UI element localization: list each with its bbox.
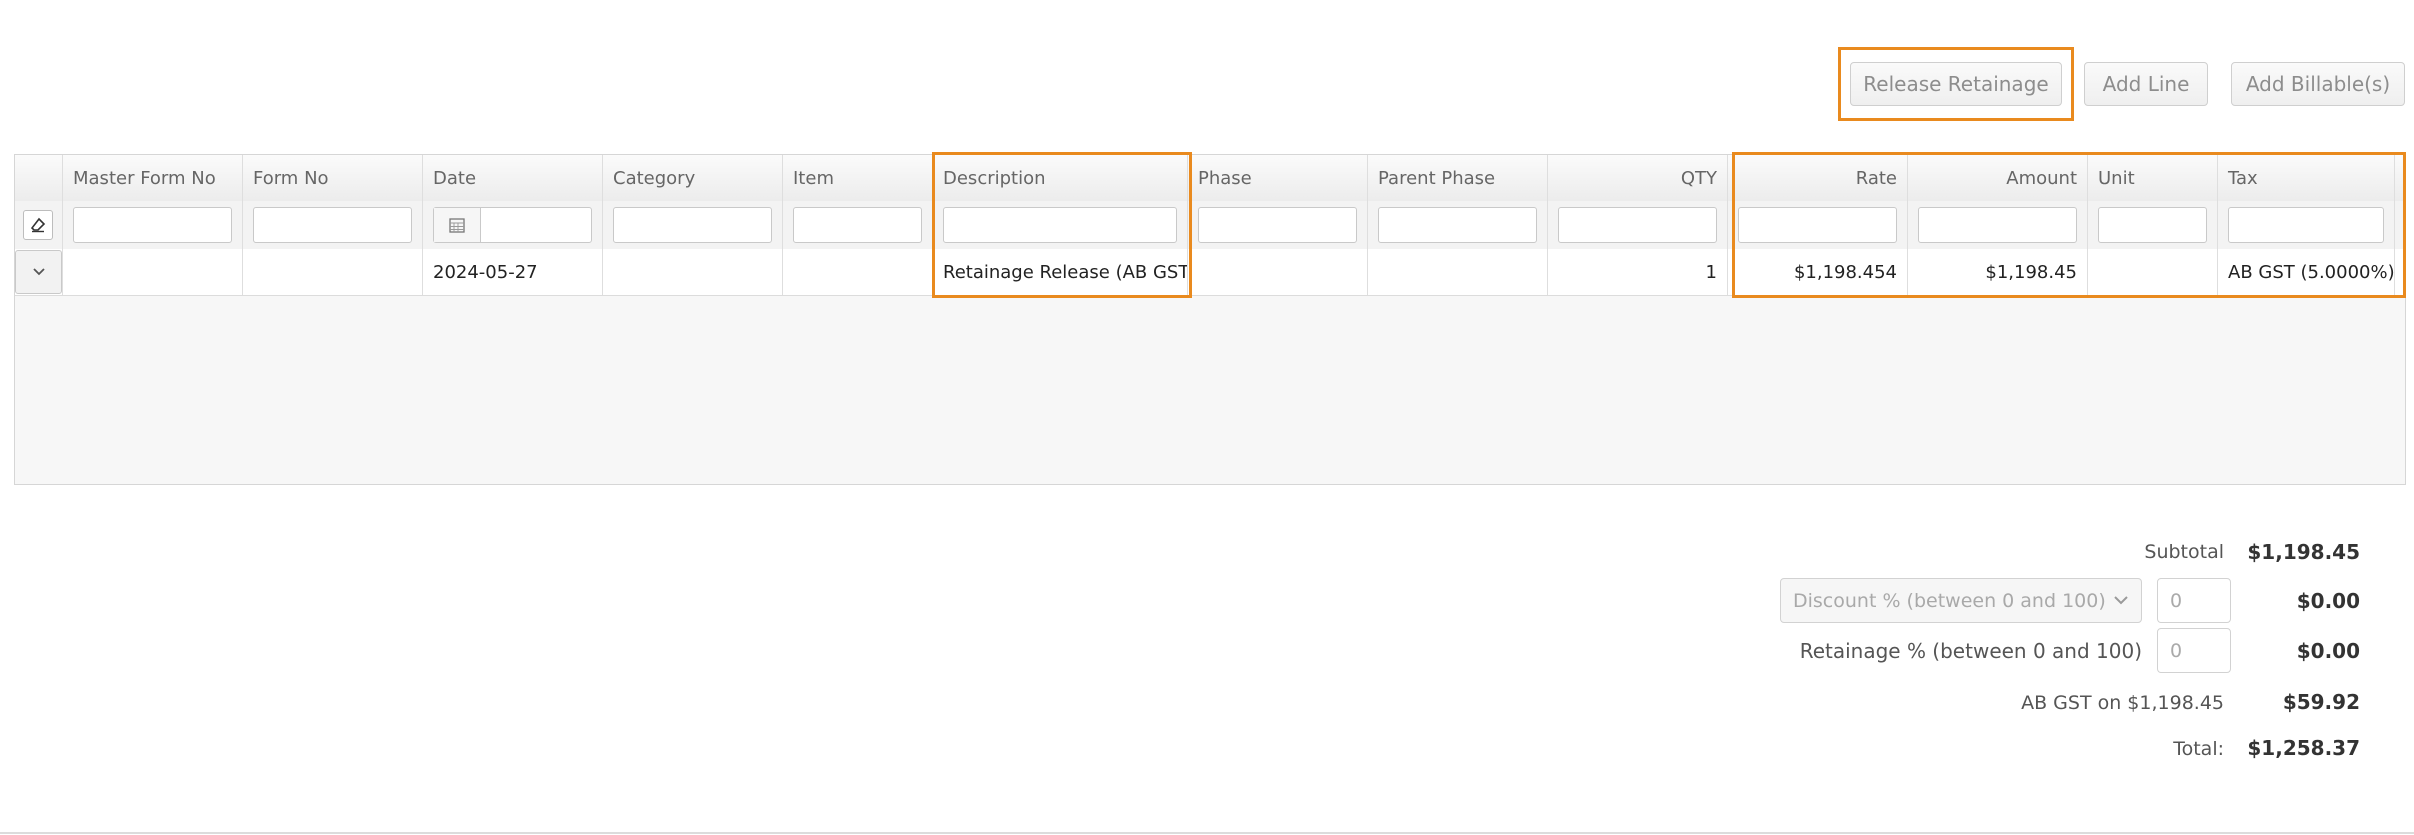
cell-master-form-no bbox=[63, 249, 243, 295]
filter-phase-input[interactable] bbox=[1198, 207, 1357, 243]
discount-select[interactable]: Discount % (between 0 and 100) bbox=[1780, 578, 2142, 623]
filter-unit-cell bbox=[2088, 201, 2218, 249]
header-amount[interactable]: Amount bbox=[1908, 155, 2088, 201]
table-row[interactable]: 2024-05-27 Retainage Release (AB GST) 1 … bbox=[15, 249, 2405, 296]
header-date[interactable]: Date bbox=[423, 155, 603, 201]
header-category[interactable]: Category bbox=[603, 155, 783, 201]
filter-item-cell bbox=[783, 201, 933, 249]
cell-form-no bbox=[243, 249, 423, 295]
cell-category bbox=[603, 249, 783, 295]
header-tax[interactable]: Tax bbox=[2218, 155, 2395, 201]
filter-form-no-cell bbox=[243, 201, 423, 249]
header-master-form-no[interactable]: Master Form No bbox=[63, 155, 243, 201]
release-retainage-button[interactable]: Release Retainage bbox=[1850, 62, 2062, 106]
grid-filter-row bbox=[15, 201, 2405, 250]
filter-description-input[interactable] bbox=[943, 207, 1177, 243]
discount-select-label: Discount % (between 0 and 100) bbox=[1793, 589, 2106, 612]
cell-phase bbox=[1188, 249, 1368, 295]
tax-label: AB GST on $1,198.45 bbox=[2021, 692, 2224, 714]
cell-description: Retainage Release (AB GST) bbox=[933, 249, 1188, 295]
filter-qty-input[interactable] bbox=[1558, 207, 1717, 243]
header-phase[interactable]: Phase bbox=[1188, 155, 1368, 201]
filter-description-cell bbox=[933, 201, 1188, 249]
eraser-icon[interactable] bbox=[23, 210, 53, 240]
filter-master-form-no-cell bbox=[63, 201, 243, 249]
discount-input[interactable]: 0 bbox=[2157, 578, 2231, 623]
total-label: Total: bbox=[2173, 738, 2224, 760]
filter-form-no-input[interactable] bbox=[253, 207, 412, 243]
header-expand-col bbox=[15, 155, 63, 201]
filter-item-input[interactable] bbox=[793, 207, 922, 243]
tax-value: $59.92 bbox=[2282, 690, 2360, 714]
chevron-down-icon bbox=[2113, 587, 2129, 618]
add-billable-button[interactable]: Add Billable(s) bbox=[2231, 62, 2405, 106]
cell-parent-phase bbox=[1368, 249, 1548, 295]
filter-date-input[interactable] bbox=[433, 207, 592, 243]
cell-tax: AB GST (5.0000%) bbox=[2218, 249, 2395, 295]
filter-unit-input[interactable] bbox=[2098, 207, 2207, 243]
filter-parent-phase-cell bbox=[1368, 201, 1548, 249]
grid-header-row: Master Form No Form No Date Category Ite… bbox=[15, 155, 2405, 202]
cell-qty: 1 bbox=[1548, 249, 1728, 295]
header-description[interactable]: Description bbox=[933, 155, 1188, 201]
header-item[interactable]: Item bbox=[783, 155, 933, 201]
header-rate[interactable]: Rate bbox=[1728, 155, 1908, 201]
header-form-no[interactable]: Form No bbox=[243, 155, 423, 201]
subtotal-label: Subtotal bbox=[2144, 541, 2224, 563]
filter-amount-cell bbox=[1908, 201, 2088, 249]
header-parent-phase[interactable]: Parent Phase bbox=[1368, 155, 1548, 201]
filter-tax-input[interactable] bbox=[2228, 207, 2384, 243]
filter-amount-input[interactable] bbox=[1918, 207, 2077, 243]
filter-qty-cell bbox=[1548, 201, 1728, 249]
cell-date: 2024-05-27 bbox=[423, 249, 603, 295]
retainage-input[interactable]: 0 bbox=[2157, 628, 2231, 673]
filter-rate-cell bbox=[1728, 201, 1908, 249]
subtotal-value: $1,198.45 bbox=[2247, 540, 2360, 564]
header-qty[interactable]: QTY bbox=[1548, 155, 1728, 201]
bottom-divider bbox=[0, 832, 2414, 834]
filter-clear-cell bbox=[15, 201, 63, 249]
filter-category-cell bbox=[603, 201, 783, 249]
add-line-button[interactable]: Add Line bbox=[2084, 62, 2208, 106]
filter-parent-phase-input[interactable] bbox=[1378, 207, 1537, 243]
filter-category-input[interactable] bbox=[613, 207, 772, 243]
retainage-label: Retainage % (between 0 and 100) bbox=[1799, 639, 2142, 663]
filter-date-cell bbox=[423, 201, 603, 249]
filter-phase-cell bbox=[1188, 201, 1368, 249]
filter-rate-input[interactable] bbox=[1738, 207, 1897, 243]
filter-tax-cell bbox=[2218, 201, 2395, 249]
line-items-grid: Master Form No Form No Date Category Ite… bbox=[14, 154, 2406, 485]
row-expand-cell bbox=[15, 249, 63, 295]
chevron-down-icon[interactable] bbox=[15, 250, 62, 294]
discount-value: $0.00 bbox=[2296, 589, 2360, 613]
cell-unit bbox=[2088, 249, 2218, 295]
filter-master-form-no-input[interactable] bbox=[73, 207, 232, 243]
retainage-value: $0.00 bbox=[2296, 639, 2360, 663]
header-unit[interactable]: Unit bbox=[2088, 155, 2218, 201]
cell-amount: $1,198.45 bbox=[1908, 249, 2088, 295]
cell-item bbox=[783, 249, 933, 295]
cell-rate: $1,198.454 bbox=[1728, 249, 1908, 295]
total-value: $1,258.37 bbox=[2247, 736, 2360, 760]
calendar-icon[interactable] bbox=[434, 208, 481, 242]
